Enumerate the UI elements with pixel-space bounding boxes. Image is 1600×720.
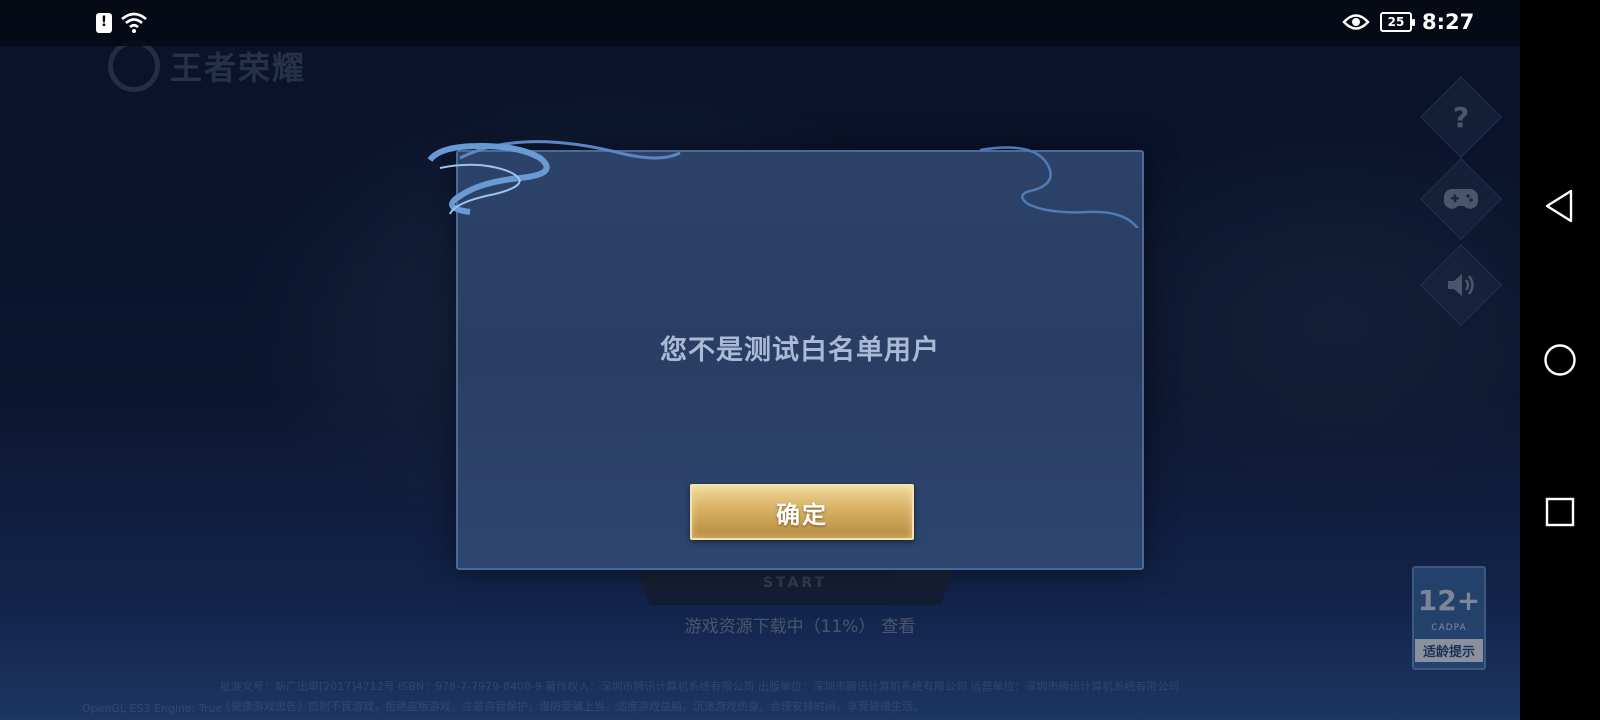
- back-button[interactable]: [1540, 186, 1580, 226]
- status-bar: 25 8:27: [0, 0, 1520, 46]
- wifi-icon: [121, 12, 147, 33]
- home-icon: [1544, 344, 1576, 376]
- dialog-message: 您不是测试白名单用户: [660, 335, 940, 366]
- recents-button[interactable]: [1540, 492, 1580, 532]
- screen: 王者荣耀 ? START 游戏资源下载中（11%） 查看 批准文号：新广出审[2…: [0, 0, 1600, 720]
- clock: 8:27: [1422, 10, 1475, 34]
- confirm-button-label: 确定: [776, 500, 828, 529]
- back-icon: [1545, 189, 1573, 223]
- eye-icon: [1342, 14, 1370, 30]
- confirm-button[interactable]: 确定: [690, 484, 914, 540]
- home-button[interactable]: [1540, 340, 1580, 380]
- navigation-bar: [1520, 0, 1600, 720]
- battery-icon: 25: [1380, 12, 1415, 32]
- recents-icon: [1545, 497, 1575, 527]
- alert-dialog: 您不是测试白名单用户 确定: [456, 150, 1144, 570]
- battery-level: 25: [1387, 15, 1405, 29]
- sim-alert-icon: [96, 13, 112, 33]
